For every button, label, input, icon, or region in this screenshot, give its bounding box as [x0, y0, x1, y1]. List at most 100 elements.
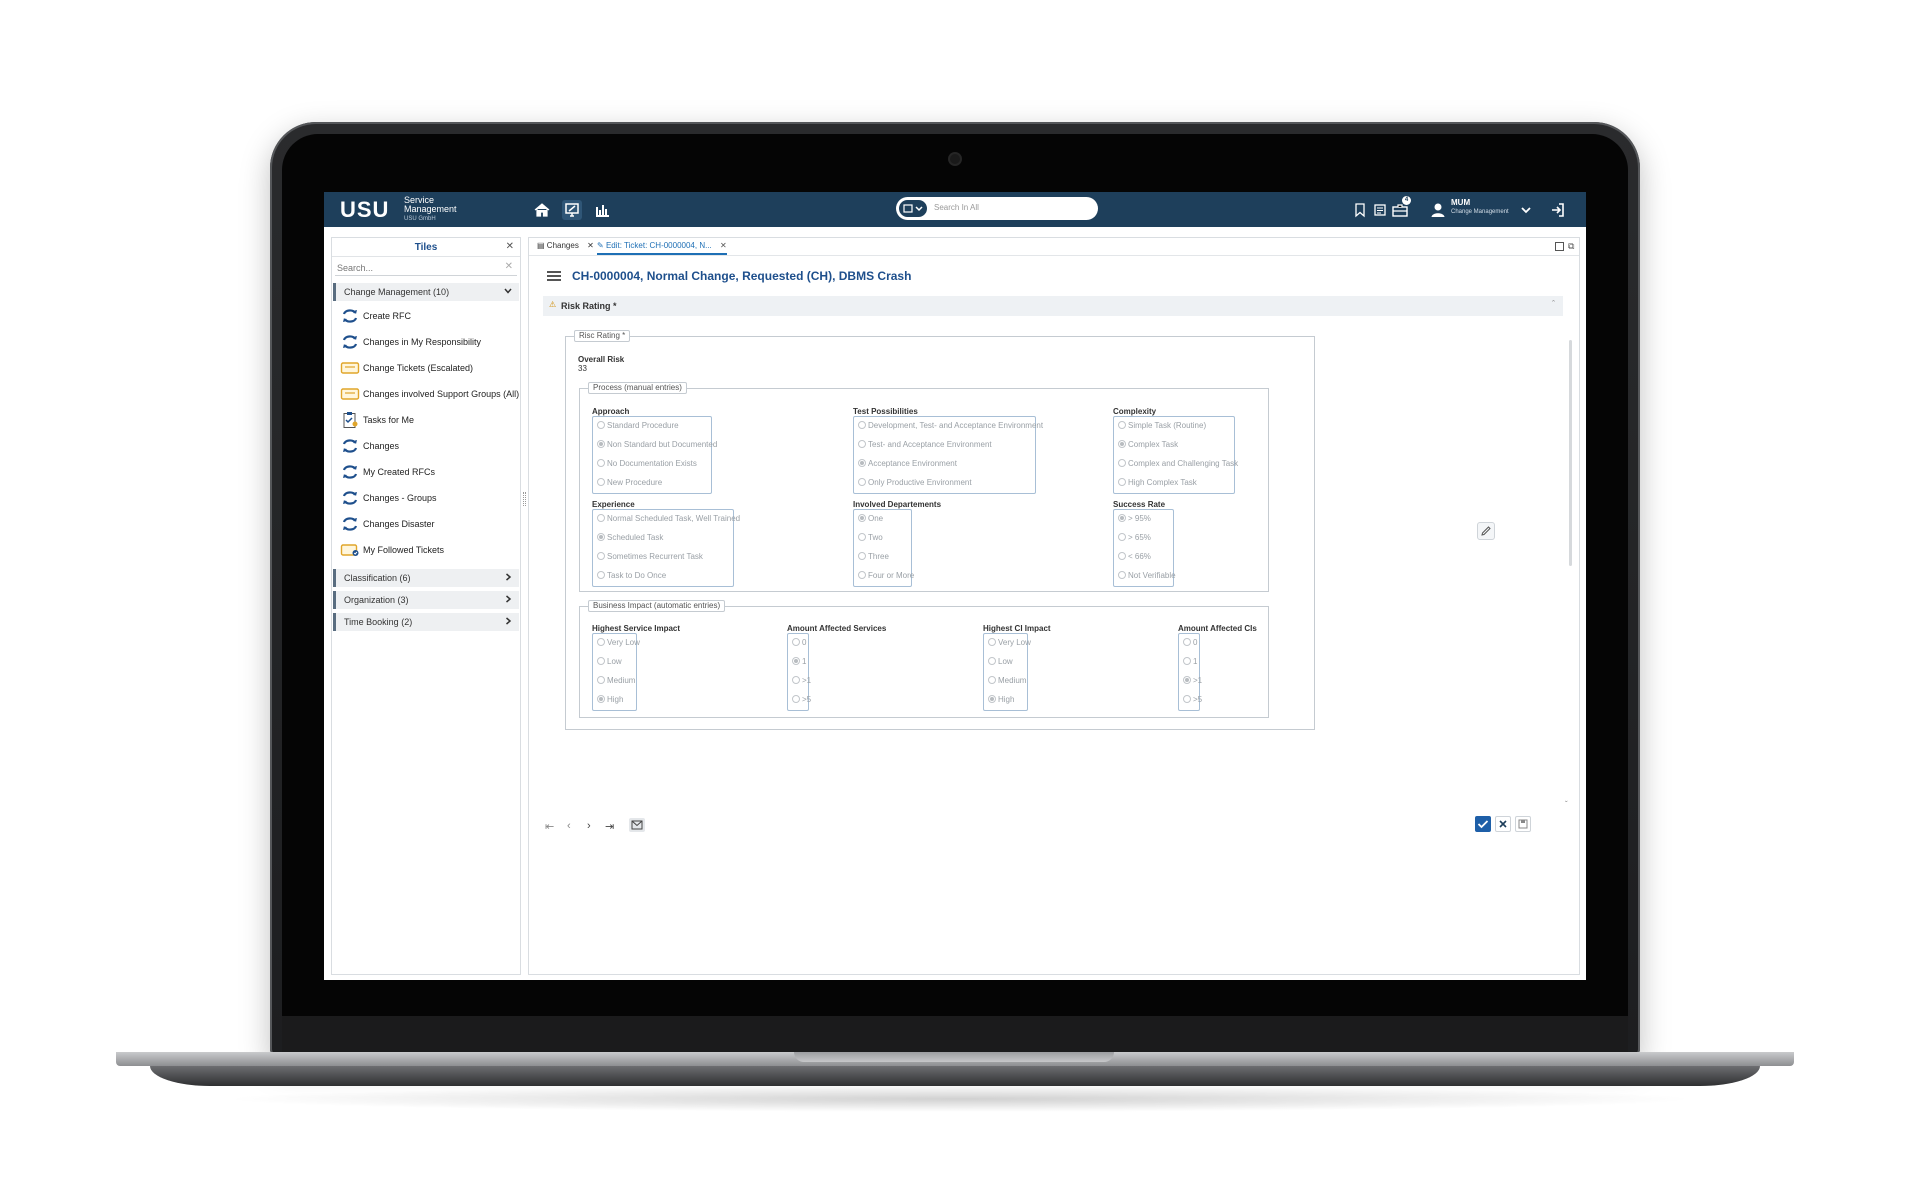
radio-button-icon[interactable]	[1118, 514, 1126, 522]
radio-button-icon[interactable]	[988, 657, 996, 665]
radio-option[interactable]: Complex Task	[1118, 440, 1178, 452]
radio-button-icon[interactable]	[792, 638, 800, 646]
radio-button-icon[interactable]	[792, 695, 800, 703]
radio-button-icon[interactable]	[1118, 478, 1126, 486]
tile-group-change-management[interactable]: Change Management (10)	[333, 283, 519, 301]
radio-option[interactable]: Normal Scheduled Task, Well Trained	[597, 514, 740, 526]
tile-item[interactable]: Changes involved Support Groups (All)	[340, 384, 519, 404]
radio-option[interactable]: 1	[1183, 657, 1197, 669]
chevron-down-icon[interactable]	[1516, 200, 1536, 220]
tile-item[interactable]: Changes - Groups	[340, 488, 518, 508]
radio-option[interactable]: Low	[597, 657, 622, 669]
last-record-icon[interactable]: ⇥	[605, 820, 614, 833]
radio-option[interactable]: Three	[858, 552, 889, 564]
user-avatar-icon[interactable]	[1428, 200, 1448, 220]
radio-option[interactable]: Task to Do Once	[597, 571, 666, 583]
radio-option[interactable]: 0	[792, 638, 806, 650]
chevron-up-icon[interactable]: ˆ	[1552, 299, 1555, 309]
radio-option[interactable]: One	[858, 514, 883, 526]
radio-button-icon[interactable]	[988, 676, 996, 684]
radio-button-icon[interactable]	[1183, 676, 1191, 684]
radio-option[interactable]: >1	[792, 676, 811, 688]
radio-option[interactable]: Only Productive Environment	[858, 478, 972, 490]
radio-option[interactable]: 0	[1183, 638, 1197, 650]
radio-button-icon[interactable]	[858, 571, 866, 579]
radio-option[interactable]: >5	[1183, 695, 1202, 707]
radio-option[interactable]: Low	[988, 657, 1013, 669]
radio-button-icon[interactable]	[597, 676, 605, 684]
next-record-icon[interactable]: ›	[587, 820, 591, 832]
tab-changes[interactable]: ▤ Changes ✕	[537, 241, 594, 250]
close-icon[interactable]: ✕	[720, 241, 727, 250]
radio-button-icon[interactable]	[597, 552, 605, 560]
previous-record-icon[interactable]: ‹	[567, 820, 571, 832]
radio-option[interactable]: Development, Test- and Acceptance Enviro…	[858, 421, 1043, 433]
radio-option[interactable]: Scheduled Task	[597, 533, 663, 545]
bookmark-icon[interactable]	[1350, 200, 1370, 220]
radio-option[interactable]: Non Standard but Documented	[597, 440, 717, 452]
close-icon[interactable]: ✕	[587, 241, 594, 250]
tile-item[interactable]: Create RFC	[340, 306, 518, 326]
tile-item[interactable]: Changes Disaster	[340, 514, 518, 534]
home-icon[interactable]	[532, 200, 552, 220]
radio-button-icon[interactable]	[1118, 552, 1126, 560]
risk-rating-section-header[interactable]: ⚠ Risk Rating * ˆ	[543, 296, 1563, 316]
radio-option[interactable]: Standard Procedure	[597, 421, 679, 433]
menu-icon[interactable]	[547, 271, 561, 281]
radio-option[interactable]: > 65%	[1118, 533, 1151, 545]
user-name[interactable]: MUM	[1451, 198, 1470, 207]
reports-chart-icon[interactable]	[592, 200, 612, 220]
tile-group-time-booking[interactable]: Time Booking (2)	[333, 613, 519, 631]
radio-option[interactable]: Simple Task (Routine)	[1118, 421, 1206, 433]
radio-button-icon[interactable]	[597, 459, 605, 467]
radio-button-icon[interactable]	[597, 571, 605, 579]
radio-option[interactable]: Two	[858, 533, 883, 545]
radio-button-icon[interactable]	[1118, 533, 1126, 541]
radio-button-icon[interactable]	[1118, 421, 1126, 429]
tile-item[interactable]: Change Tickets (Escalated)	[340, 358, 518, 378]
tile-item[interactable]: My Followed Tickets	[340, 540, 518, 560]
tile-item[interactable]: Changes in My Responsibility	[340, 332, 518, 352]
radio-button-icon[interactable]	[1183, 695, 1191, 703]
radio-option[interactable]: Medium	[597, 676, 635, 688]
clear-search-icon[interactable]: ✕	[505, 261, 513, 272]
logout-icon[interactable]	[1548, 200, 1568, 220]
save-disk-button[interactable]	[1515, 816, 1531, 832]
radio-button-icon[interactable]	[597, 695, 605, 703]
radio-button-icon[interactable]	[988, 638, 996, 646]
radio-button-icon[interactable]	[1118, 440, 1126, 448]
detach-window-icon[interactable]: ⧉	[1568, 241, 1574, 252]
search-scope-dropdown[interactable]	[898, 199, 928, 218]
radio-button-icon[interactable]	[597, 657, 605, 665]
tile-item[interactable]: My Created RFCs	[340, 462, 518, 482]
radio-option[interactable]: High Complex Task	[1118, 478, 1197, 490]
radio-option[interactable]: High	[988, 695, 1014, 707]
radio-button-icon[interactable]	[597, 533, 605, 541]
radio-option[interactable]: > 95%	[1118, 514, 1151, 526]
drag-handle-icon[interactable]	[523, 492, 526, 506]
save-confirm-button[interactable]	[1475, 816, 1491, 832]
radio-button-icon[interactable]	[597, 421, 605, 429]
search-input[interactable]: Search In All	[934, 203, 979, 212]
close-icon[interactable]: ✕	[506, 241, 514, 252]
radio-button-icon[interactable]	[792, 657, 800, 665]
workplace-icon[interactable]	[562, 200, 582, 220]
radio-button-icon[interactable]	[597, 478, 605, 486]
tab-edit-ticket[interactable]: ✎ Edit: Ticket: CH-0000004, N... ✕	[597, 241, 727, 255]
radio-button-icon[interactable]	[858, 514, 866, 522]
radio-button-icon[interactable]	[792, 676, 800, 684]
radio-button-icon[interactable]	[858, 478, 866, 486]
radio-button-icon[interactable]	[858, 552, 866, 560]
radio-option[interactable]: Medium	[988, 676, 1026, 688]
tile-item[interactable]: Changes	[340, 436, 518, 456]
radio-option[interactable]: High	[597, 695, 623, 707]
radio-option[interactable]: Complex and Challenging Task	[1118, 459, 1238, 471]
radio-option[interactable]: Very Low	[988, 638, 1031, 650]
radio-option[interactable]: >1	[1183, 676, 1202, 688]
radio-option[interactable]: New Procedure	[597, 478, 662, 490]
email-icon[interactable]	[629, 818, 645, 832]
radio-button-icon[interactable]	[1183, 638, 1191, 646]
radio-option[interactable]: Very Low	[597, 638, 640, 650]
tile-item[interactable]: Tasks for Me	[340, 410, 518, 430]
radio-option[interactable]: Four or More	[858, 571, 914, 583]
